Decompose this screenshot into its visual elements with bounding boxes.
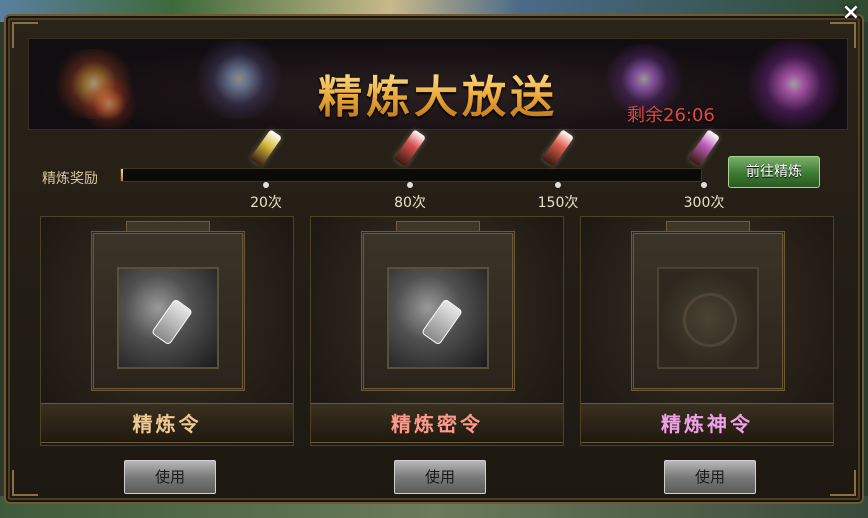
refine-reward-progress: 精炼奖励 20次 80次 150次 300次 前往精炼 bbox=[28, 129, 848, 211]
reward-gem-icon[interactable] bbox=[687, 129, 721, 167]
refine-token-card: 精炼密令 bbox=[310, 216, 564, 446]
frame-corner bbox=[12, 470, 38, 496]
close-icon[interactable]: × bbox=[840, 2, 862, 24]
reward-gem-icon[interactable] bbox=[249, 129, 283, 167]
milestone-label: 20次 bbox=[250, 195, 282, 211]
milestone-label: 80次 bbox=[394, 195, 426, 211]
token-name: 精炼令 bbox=[41, 403, 293, 443]
token-name: 精炼密令 bbox=[311, 403, 563, 443]
token-name: 精炼神令 bbox=[581, 403, 833, 443]
countdown-timer: 剩余26:06 bbox=[627, 105, 715, 126]
refine-event-dialog: 精炼大放送 剩余26:06 精炼奖励 20次 80次 150次 300次 前往精炼 精… bbox=[4, 14, 864, 504]
reward-gem-icon[interactable] bbox=[393, 129, 427, 167]
milestone-marker bbox=[555, 182, 561, 188]
use-button[interactable]: 使用 bbox=[664, 460, 756, 494]
milestone-marker bbox=[407, 182, 413, 188]
milestone-label: 150次 bbox=[537, 195, 579, 211]
dialog-title: 精炼大放送 bbox=[29, 61, 847, 125]
token-plaque-icon bbox=[420, 298, 464, 346]
progress-track bbox=[120, 168, 702, 182]
milestone-marker bbox=[263, 182, 269, 188]
fireworks-banner: 精炼大放送 剩余26:06 bbox=[28, 38, 848, 130]
token-plaque-icon bbox=[150, 298, 194, 346]
milestone-label: 300次 bbox=[683, 195, 725, 211]
emblem-icon bbox=[683, 293, 737, 347]
progress-label: 精炼奖励 bbox=[42, 171, 98, 187]
empty-item-slot[interactable] bbox=[657, 267, 759, 369]
refine-token-card: 精炼神令 bbox=[580, 216, 834, 446]
progress-fill bbox=[121, 169, 124, 181]
use-button[interactable]: 使用 bbox=[124, 460, 216, 494]
token-item-slot[interactable] bbox=[387, 267, 489, 369]
refine-token-card: 精炼令 bbox=[40, 216, 294, 446]
refine-token-cards: 精炼令使用 精炼密令使用 精炼神令使用 bbox=[40, 216, 840, 506]
milestone-marker bbox=[701, 182, 707, 188]
use-button[interactable]: 使用 bbox=[394, 460, 486, 494]
reward-gem-icon[interactable] bbox=[541, 129, 575, 167]
go-refine-button[interactable]: 前往精炼 bbox=[728, 156, 820, 188]
token-item-slot[interactable] bbox=[117, 267, 219, 369]
